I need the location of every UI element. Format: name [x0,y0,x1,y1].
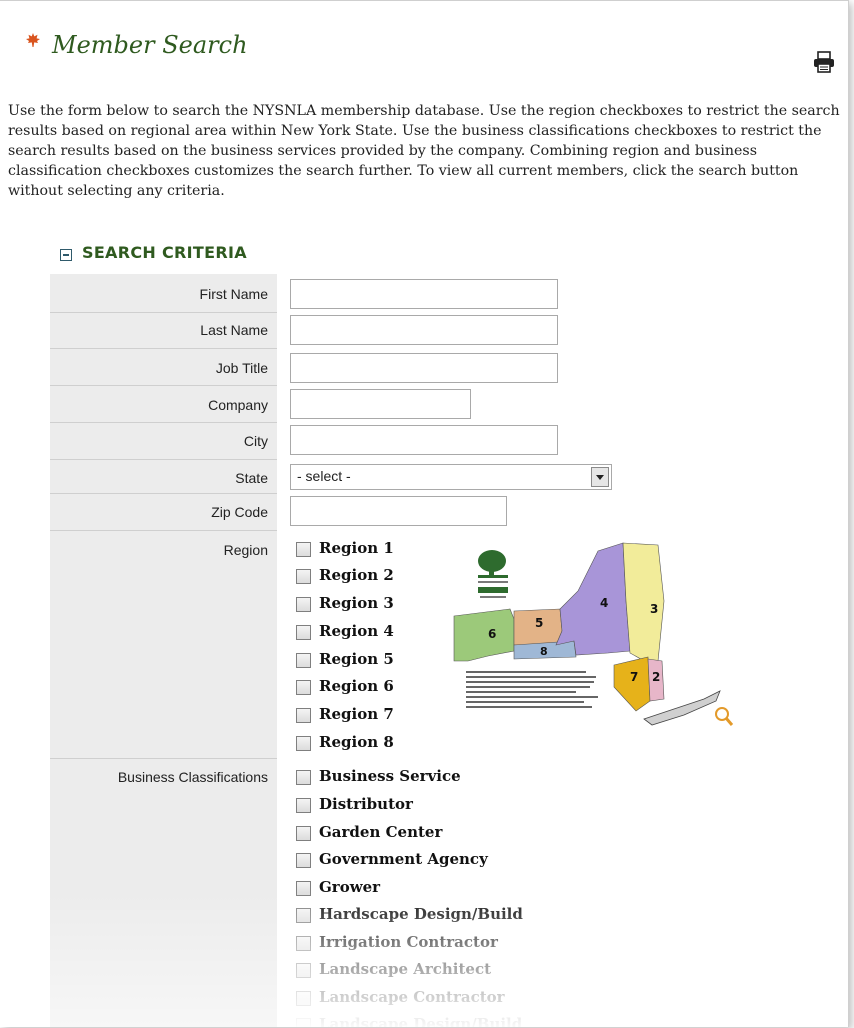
map-label-2: 2 [652,670,660,684]
region-4-area[interactable] [555,542,631,656]
region-option-label: Region 3 [319,594,394,612]
city-label: City [243,433,268,449]
checkbox[interactable] [296,770,311,785]
region-option-label: Region 7 [319,705,394,723]
region-option-label: Region 2 [319,566,394,584]
business-option-label: Landscape Contractor [319,988,505,1006]
nysnla-logo [478,550,508,598]
business-option-label: Landscape Design/Build [319,1015,523,1027]
zip-code-label: Zip Code [211,504,268,520]
business-option-label: Business Service [319,767,461,785]
intro-text: Use the form below to search the NYSNLA … [8,103,840,199]
state-selected-value: - select - [297,468,351,484]
checkbox[interactable] [296,908,311,923]
checkbox[interactable] [296,963,311,978]
business-option-label: Government Agency [319,850,488,868]
job-title-field[interactable] [290,353,558,383]
member-search-panel: Member Search Use the form below to sear… [0,0,849,1027]
region-label: Region [223,542,268,558]
checkbox[interactable] [296,881,311,896]
checkbox[interactable] [296,708,311,723]
map-label-8: 8 [540,645,548,658]
state-select[interactable]: - select - [290,464,612,490]
region-option-label: Region 4 [319,622,394,640]
checkbox[interactable] [296,597,311,612]
business-classifications-label: Business Classifications [117,769,268,785]
region-option-label: Region 1 [319,539,394,557]
checkbox[interactable] [296,569,311,584]
checkbox[interactable] [296,798,311,813]
map-label-4: 4 [600,596,608,610]
page-title: Member Search [52,31,248,59]
row-divider [50,758,277,759]
checkbox[interactable] [296,653,311,668]
zip-code-field[interactable] [290,496,507,526]
checkbox[interactable] [296,680,311,695]
map-label-7: 7 [630,670,638,684]
maple-leaf-icon [26,33,40,47]
row-divider [50,348,277,349]
business-option-label: Distributor [319,795,413,813]
company-field[interactable] [290,389,471,419]
checkbox[interactable] [296,936,311,951]
row-divider [50,493,277,494]
first-name-field[interactable] [290,279,558,309]
row-divider [50,385,277,386]
region-map[interactable]: 4 3 5 6 8 7 2 [448,541,738,731]
label-column [50,274,277,1027]
checkbox[interactable] [296,542,311,557]
map-label-5: 5 [535,616,543,630]
checkbox[interactable] [296,625,311,640]
map-label-6: 6 [488,627,496,641]
business-option-label: Grower [319,878,381,896]
company-label: Company [208,397,268,413]
collapse-minus-icon[interactable] [60,249,72,261]
region-7-area[interactable] [613,656,651,712]
map-label-3: 3 [650,602,658,616]
business-option-label: Garden Center [319,823,443,841]
chevron-down-icon[interactable] [591,467,609,487]
printer-icon[interactable] [812,51,836,73]
first-name-label: First Name [199,286,268,302]
map-legend [466,671,598,708]
checkbox[interactable] [296,826,311,841]
row-divider [50,530,277,531]
checkbox[interactable] [296,853,311,868]
row-divider [50,459,277,460]
checkbox[interactable] [296,991,311,1006]
city-field[interactable] [290,425,558,455]
job-title-label: Job Title [215,360,268,376]
last-name-field[interactable] [290,315,558,345]
region-option-label: Region 6 [319,677,394,695]
row-divider [50,312,277,313]
region-option-label: Region 8 [319,733,394,751]
business-option-label: Irrigation Contractor [319,933,498,951]
magnifier-icon[interactable] [715,707,734,726]
region-6-area[interactable] [453,608,515,662]
checkbox[interactable] [296,736,311,751]
state-label: State [235,470,268,486]
business-option-label: Landscape Architect [319,960,492,978]
region-option-label: Region 5 [319,650,394,668]
last-name-label: Last Name [200,322,268,338]
business-option-label: Hardscape Design/Build [319,905,523,923]
search-criteria-heading: SEARCH CRITERIA [82,243,247,262]
checkbox[interactable] [296,1018,311,1027]
row-divider [50,422,277,423]
